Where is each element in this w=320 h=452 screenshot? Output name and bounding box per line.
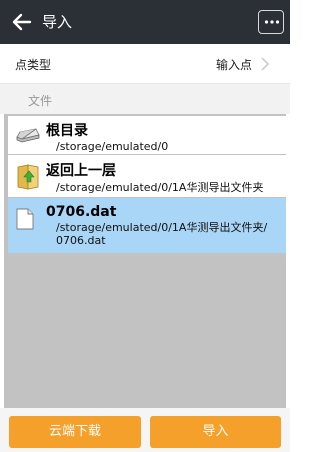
file-path: /storage/emulated/0/1A华测导出文件夹/ 0706.dat [56,221,268,247]
point-type-label: 点类型 [15,58,52,72]
file-name: 返回上一层 [46,163,116,179]
file-name: 根目录 [46,123,88,139]
point-type-row[interactable]: 点类型 输入点 [0,44,290,84]
bottom-action-bar: 云端下载 导入 [0,408,290,452]
more-button[interactable] [258,10,284,34]
import-button[interactable]: 导入 [150,416,281,448]
chevron-right-icon [261,57,270,71]
point-type-value: 输入点 [215,58,252,72]
list-item-file[interactable]: 0706.dat /storage/emulated/0/1A华测导出文件夹/ … [8,198,286,253]
more-horizontal-icon [264,20,280,24]
files-section-label: 文件 [28,94,53,108]
folder-up-icon [17,164,39,190]
file-path: /storage/emulated/0 [56,140,169,153]
drive-icon [16,128,40,143]
page-title: 导入 [42,13,73,31]
file-list[interactable]: 根目录 /storage/emulated/0 返回上一层 /storage/e… [4,114,286,408]
file-name: 0706.dat [46,204,117,220]
arrow-left-icon[interactable] [11,11,33,33]
cloud-download-button[interactable]: 云端下载 [9,416,141,448]
top-app-bar: 导入 [0,0,290,44]
file-path: /storage/emulated/0/1A华测导出文件夹 [56,181,264,194]
list-item-root[interactable]: 根目录 /storage/emulated/0 [8,116,286,154]
list-item-parent[interactable]: 返回上一层 /storage/emulated/0/1A华测导出文件夹 [8,155,286,197]
files-section-header: 文件 [0,84,290,114]
file-icon [16,208,34,230]
